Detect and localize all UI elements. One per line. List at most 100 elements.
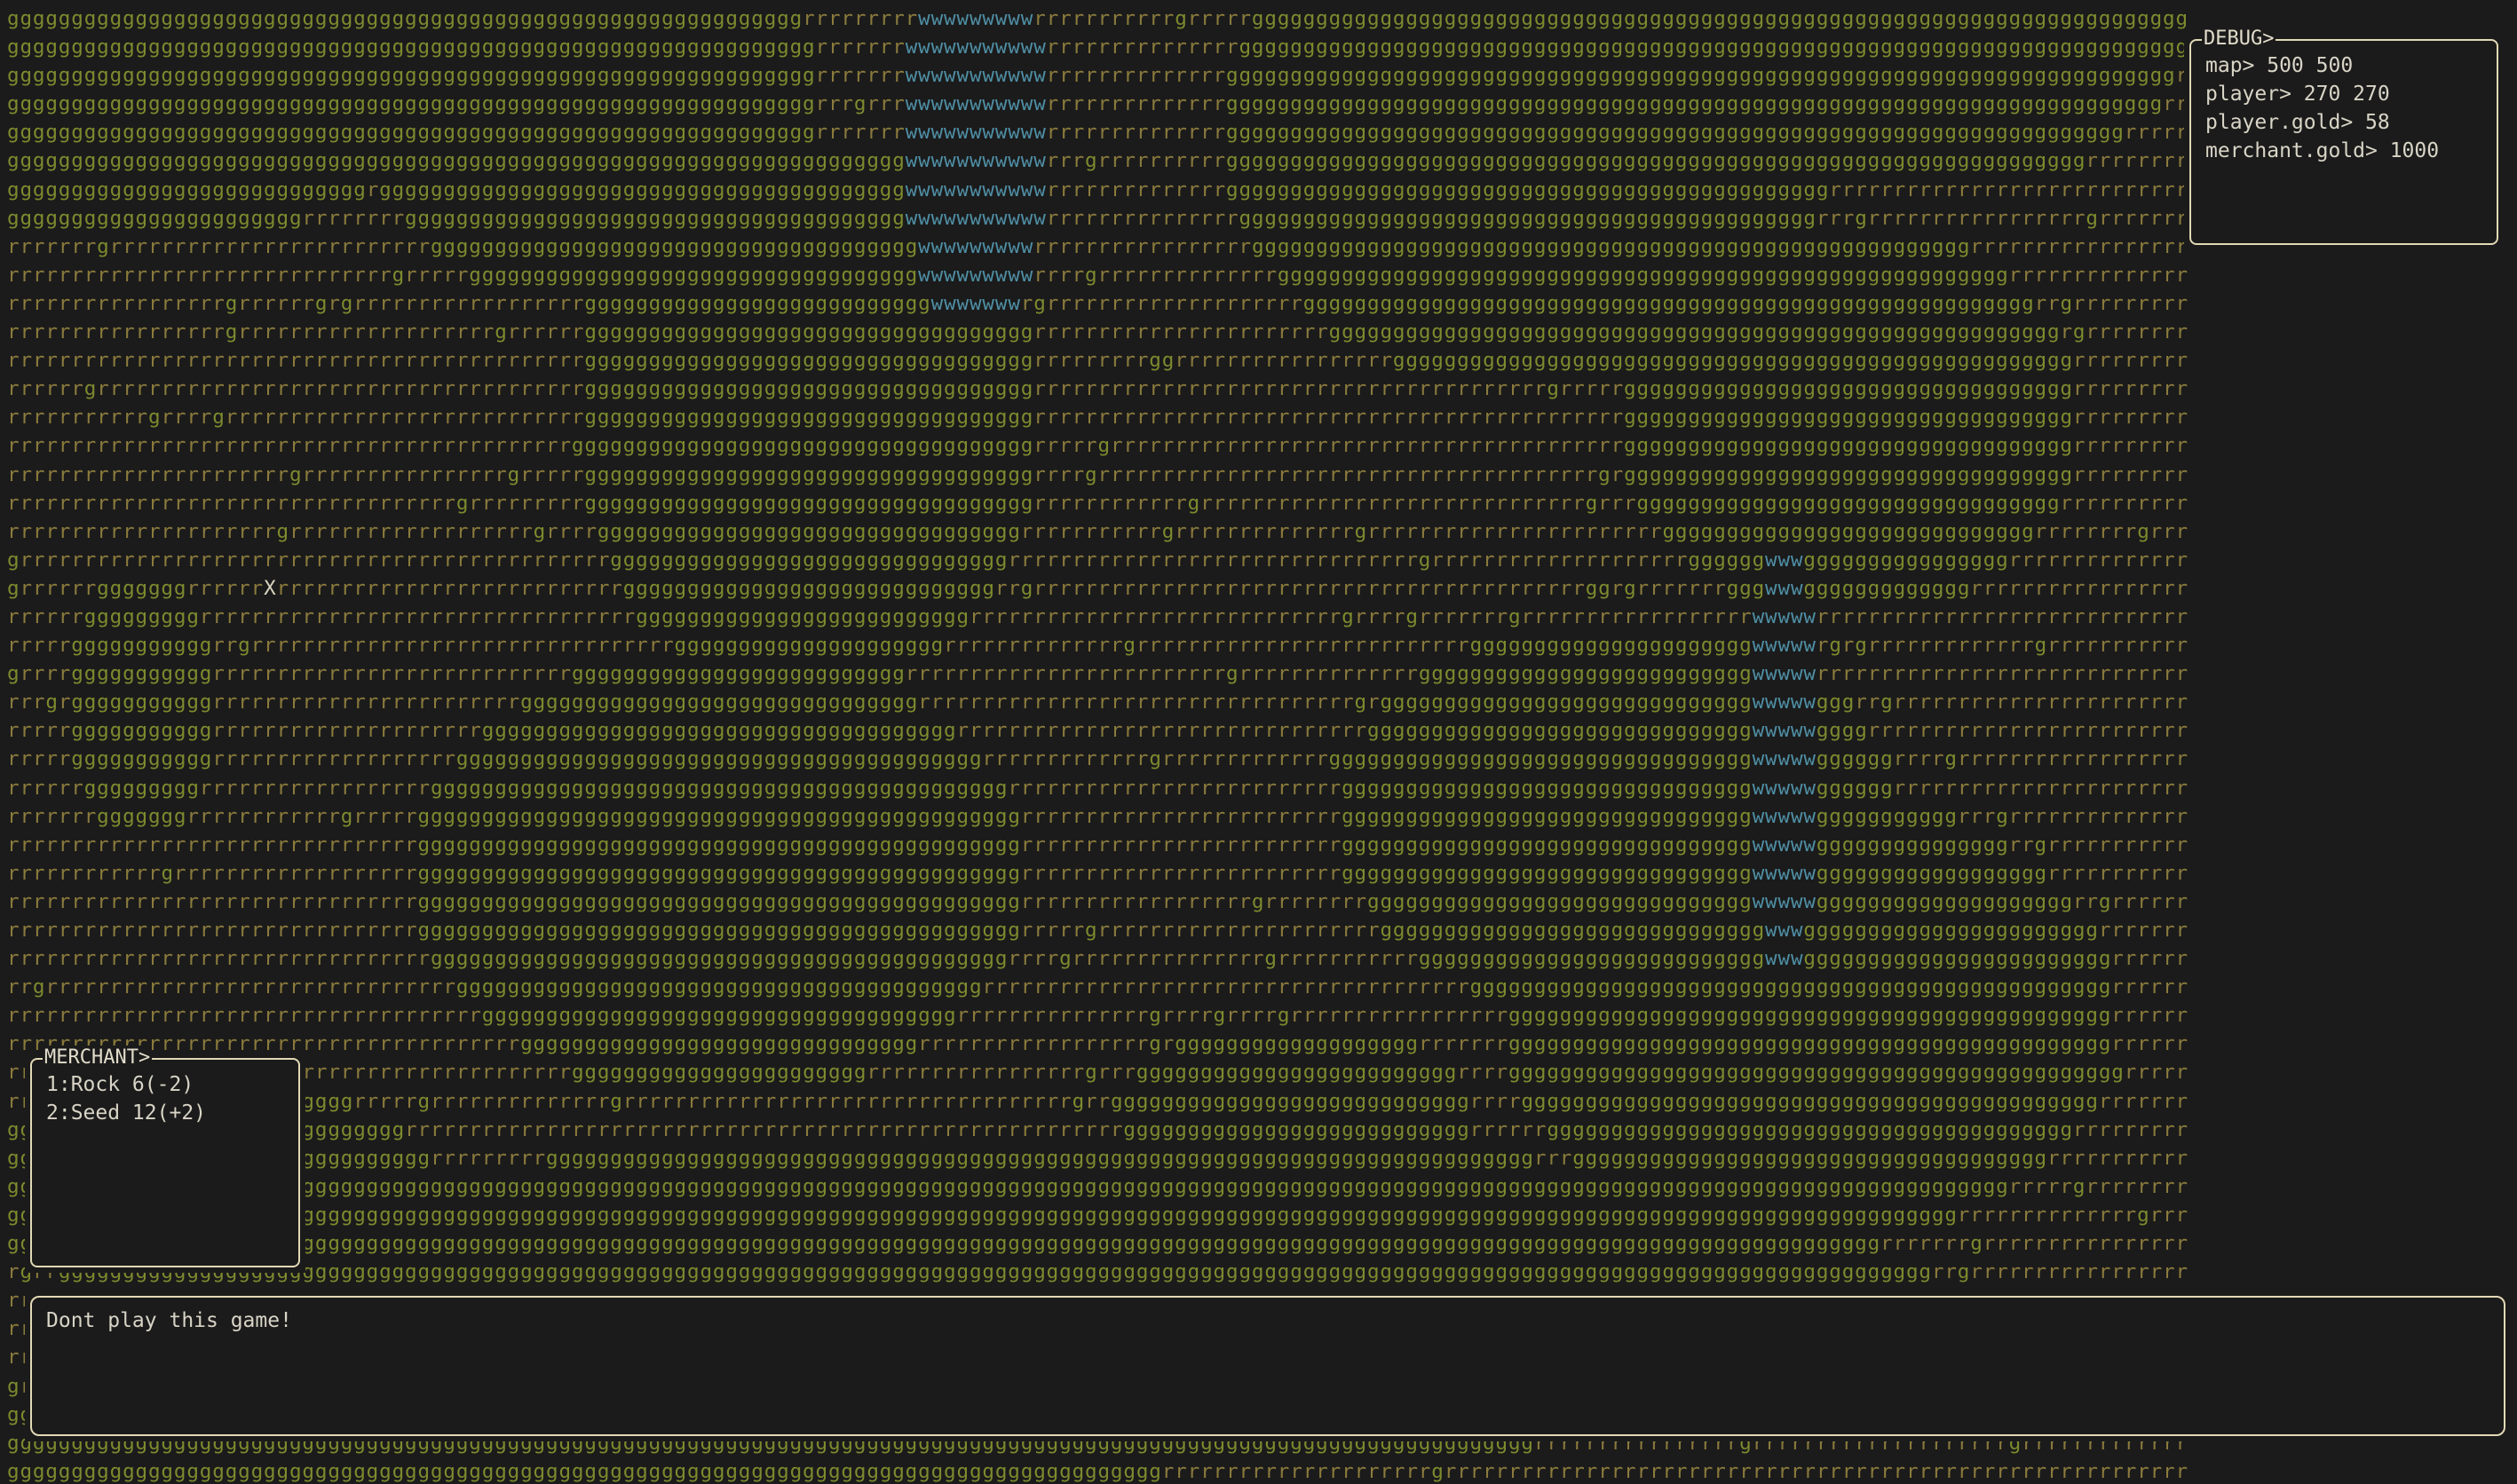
terrain-r: rrrrrrrrrrrrrrrrrrrrrrr (276, 1061, 572, 1085)
terrain-r: rrrrrrr (1636, 576, 1727, 600)
terrain-w: www (1765, 548, 1804, 572)
terrain-g: gggggggggggggggggg (1816, 861, 2048, 885)
terrain-g: gggggggggggggggggggggggggggggggggggggggg… (1469, 975, 2112, 999)
terrain-r: rrrrr (7, 719, 72, 743)
terrain-g: g (1354, 691, 1367, 714)
terrain-r: rrrrrrrrrrrrrrrrrrrrrrrrrrrrrr (7, 263, 392, 287)
terrain-r: rrr (2149, 519, 2189, 543)
terrain-g: ggggggggggg (71, 747, 213, 771)
terrain-g: ggggggggggggggggggggggggggggggg (520, 1032, 919, 1056)
terrain-g: gggggggggggggggggggggggggggggggggggggg (430, 234, 919, 258)
terrain-r: rrrrrrrrrrrrrrrrrrrrrrrrrrrrrrrrrrrrrrr (1097, 462, 1599, 486)
terrain-g: g (276, 519, 289, 543)
terrain-g: g (340, 804, 354, 828)
terrain-w: wwwwwwwww (918, 7, 1034, 30)
terrain-g: g (1123, 634, 1136, 658)
terrain-g: g (1213, 1004, 1227, 1028)
terrain-g: g (212, 406, 226, 430)
terrain-r: rrrrrr (507, 320, 585, 344)
terrain-r: rrrrr (1559, 377, 1625, 401)
terrain-r: rrrrrrrrrrrrrrrrrrr (173, 861, 418, 885)
terrain-g: ggggggggggggggggggggggggggggggggggg (584, 406, 1034, 430)
terrain-g: g (1020, 576, 1034, 600)
terrain-g: ggggggggggggggggggggggggggggggggggg (1624, 462, 2073, 486)
terrain-r: rrrrrrrrrrrrrrrrrrrrrrrrrrrr (225, 406, 585, 430)
message-panel: Dont play this game! (25, 1289, 2511, 1441)
terrain-g: gggggggggggggggggggggggggggggggggggggggg… (1508, 1004, 2112, 1028)
terrain-r: rrrrrrrrrrrrrrrrrrrrrrrrrrrrrrrrrrrrrrrr… (1444, 1459, 2189, 1483)
terrain-g: g (2034, 634, 2048, 658)
terrain-r: rrrrrrrrrrrrrrr (956, 1004, 1150, 1028)
terrain-g: ggggggggggggggggggggggg (571, 1061, 867, 1085)
debug-panel-title: DEBUG> (2202, 27, 2276, 51)
terrain-r: rrrrrrrrrrrrrrrrrrr (212, 747, 456, 771)
terrain-r: rrrrrr (2111, 947, 2189, 971)
terrain-g: ggggggggggggggggggggggggggggggggggg (584, 462, 1034, 486)
terrain-g: g (507, 462, 521, 486)
terrain-r: rrrrrrrrrrrrrrrrr (1970, 576, 2189, 600)
terrain-r: rrrrrrrr (2086, 1174, 2189, 1198)
terrain-r: rrrrrrrrr (469, 491, 585, 515)
terrain-r: rrrrrrrrrrrr (1033, 491, 1188, 515)
terrain-g: ggggggggggggggggggggggggggggggggg (597, 519, 1021, 543)
terrain-r: rrr (7, 691, 46, 714)
terrain-r: rrrrrrrrrrrrrrrrrrrrrrrrrrrrrrrrrrrrrrrr… (1033, 576, 1586, 600)
terrain-r: rrrrrr (2111, 975, 2189, 999)
terrain-g: g (495, 320, 508, 344)
terrain-g: g (2098, 889, 2112, 913)
terrain-g: gggggggggggggggggggggggggggg (7, 178, 367, 201)
terrain-r: rrrrrrrrrrrrrr (944, 634, 1124, 658)
terrain-g: ggggggggggggggggggggggggggggggggggg (1624, 377, 2073, 401)
terrain-g: g (1072, 1089, 1086, 1113)
terrain-g: gggggggggggggggggggggggggggggggggggggggg… (7, 64, 816, 88)
terrain-g: g (2086, 206, 2099, 230)
terrain-r: rrrrrrrrrrr (2047, 634, 2189, 658)
terrain-r: rrrrrrrrrrrrrr (2008, 804, 2189, 828)
terrain-g: g (1996, 804, 2009, 828)
terrain-g: gggggggggggggggggggggggggggggggggggggggg… (1521, 1089, 2099, 1113)
terrain-g: g (1829, 634, 1842, 658)
merchant-panel-title: MERCHANT> (43, 1046, 153, 1070)
terrain-g: gggggggggggggggggggggggggggggggggggggggg… (1226, 92, 2164, 116)
merchant-item-rock[interactable]: 1:Rock 6(-2) (46, 1070, 206, 1099)
terrain-r: rrrrrrrrrrr (2046, 1146, 2189, 1170)
terrain-g: gggggggggggggggggggggggggggggggggggggggg… (546, 1146, 1534, 1170)
terrain-r: rrrrrrrrr (1033, 349, 1150, 373)
terrain-r: rrr (815, 92, 854, 116)
terrain-g: ggggggggggggggggggggggggggggggggggggg (481, 1004, 957, 1028)
terrain-r: rrrr (1354, 604, 1406, 628)
terrain-w: wwwww (1752, 833, 1817, 856)
terrain-g: g (1033, 291, 1047, 315)
terrain-g: ggggggggggggggggggggggggggggg (622, 576, 995, 600)
terrain-g: gggggggggggggggggggggggggggggggggggggggg… (1302, 291, 2035, 315)
terrain-r: r (58, 691, 72, 714)
game-screen: gggggggggggggggggggggggggggggggggggggggg… (0, 0, 2517, 1484)
terrain-r: r (1611, 462, 1625, 486)
terrain-r: rrrrrrrrr (430, 1146, 547, 1170)
terrain-w: wwwwwwwwwww (905, 178, 1047, 201)
terrain-g: g (1342, 604, 1355, 628)
terrain-g: g (225, 320, 239, 344)
terrain-g: g (2072, 320, 2086, 344)
message-panel-frame (30, 1296, 2505, 1436)
terrain-g: ggggggggggggg (1803, 576, 1971, 600)
terrain-r: rrrrrrr (1418, 1032, 1508, 1056)
terrain-g: ggggggggggggggggggggggggggggggggggggggg (405, 206, 906, 230)
terrain-r: rrrrrrrrrrrrrrrrr (1175, 349, 1393, 373)
terrain-r: rrrrrrrrrrrrrrrrrrrrrr (1097, 919, 1381, 942)
terrain-r: rr (994, 576, 1021, 600)
merchant-item-seed[interactable]: 2:Seed 12(+2) (46, 1099, 206, 1127)
terrain-r: rrrrrrrrrrrrrrrrrrrrrrrrrrrrrrrrrrr (622, 1089, 1072, 1113)
terrain-g: g (1161, 519, 1175, 543)
terrain-r: rrrrrrr (7, 234, 98, 258)
terrain-r: rrrrr (2008, 1174, 2073, 1198)
terrain-g: ggggggggg (83, 604, 200, 628)
terrain-g: g (1085, 462, 1098, 486)
terrain-r: rrrrrrrrrrrrrr (1239, 662, 1419, 686)
terrain-r: rrrrrrrrrrrr (7, 861, 162, 885)
terrain-r: rrrrrrrrrrrrrrrr (1983, 1232, 2189, 1256)
terrain-g: g (1405, 604, 1419, 628)
terrain-r: rrrrrrrrrrrrrr (1097, 263, 1278, 287)
terrain-g: g (1585, 491, 1599, 515)
terrain-r: rrrrrrrrrrrrrrrrrrrrrrrrrrrrrrrrr (7, 947, 431, 971)
